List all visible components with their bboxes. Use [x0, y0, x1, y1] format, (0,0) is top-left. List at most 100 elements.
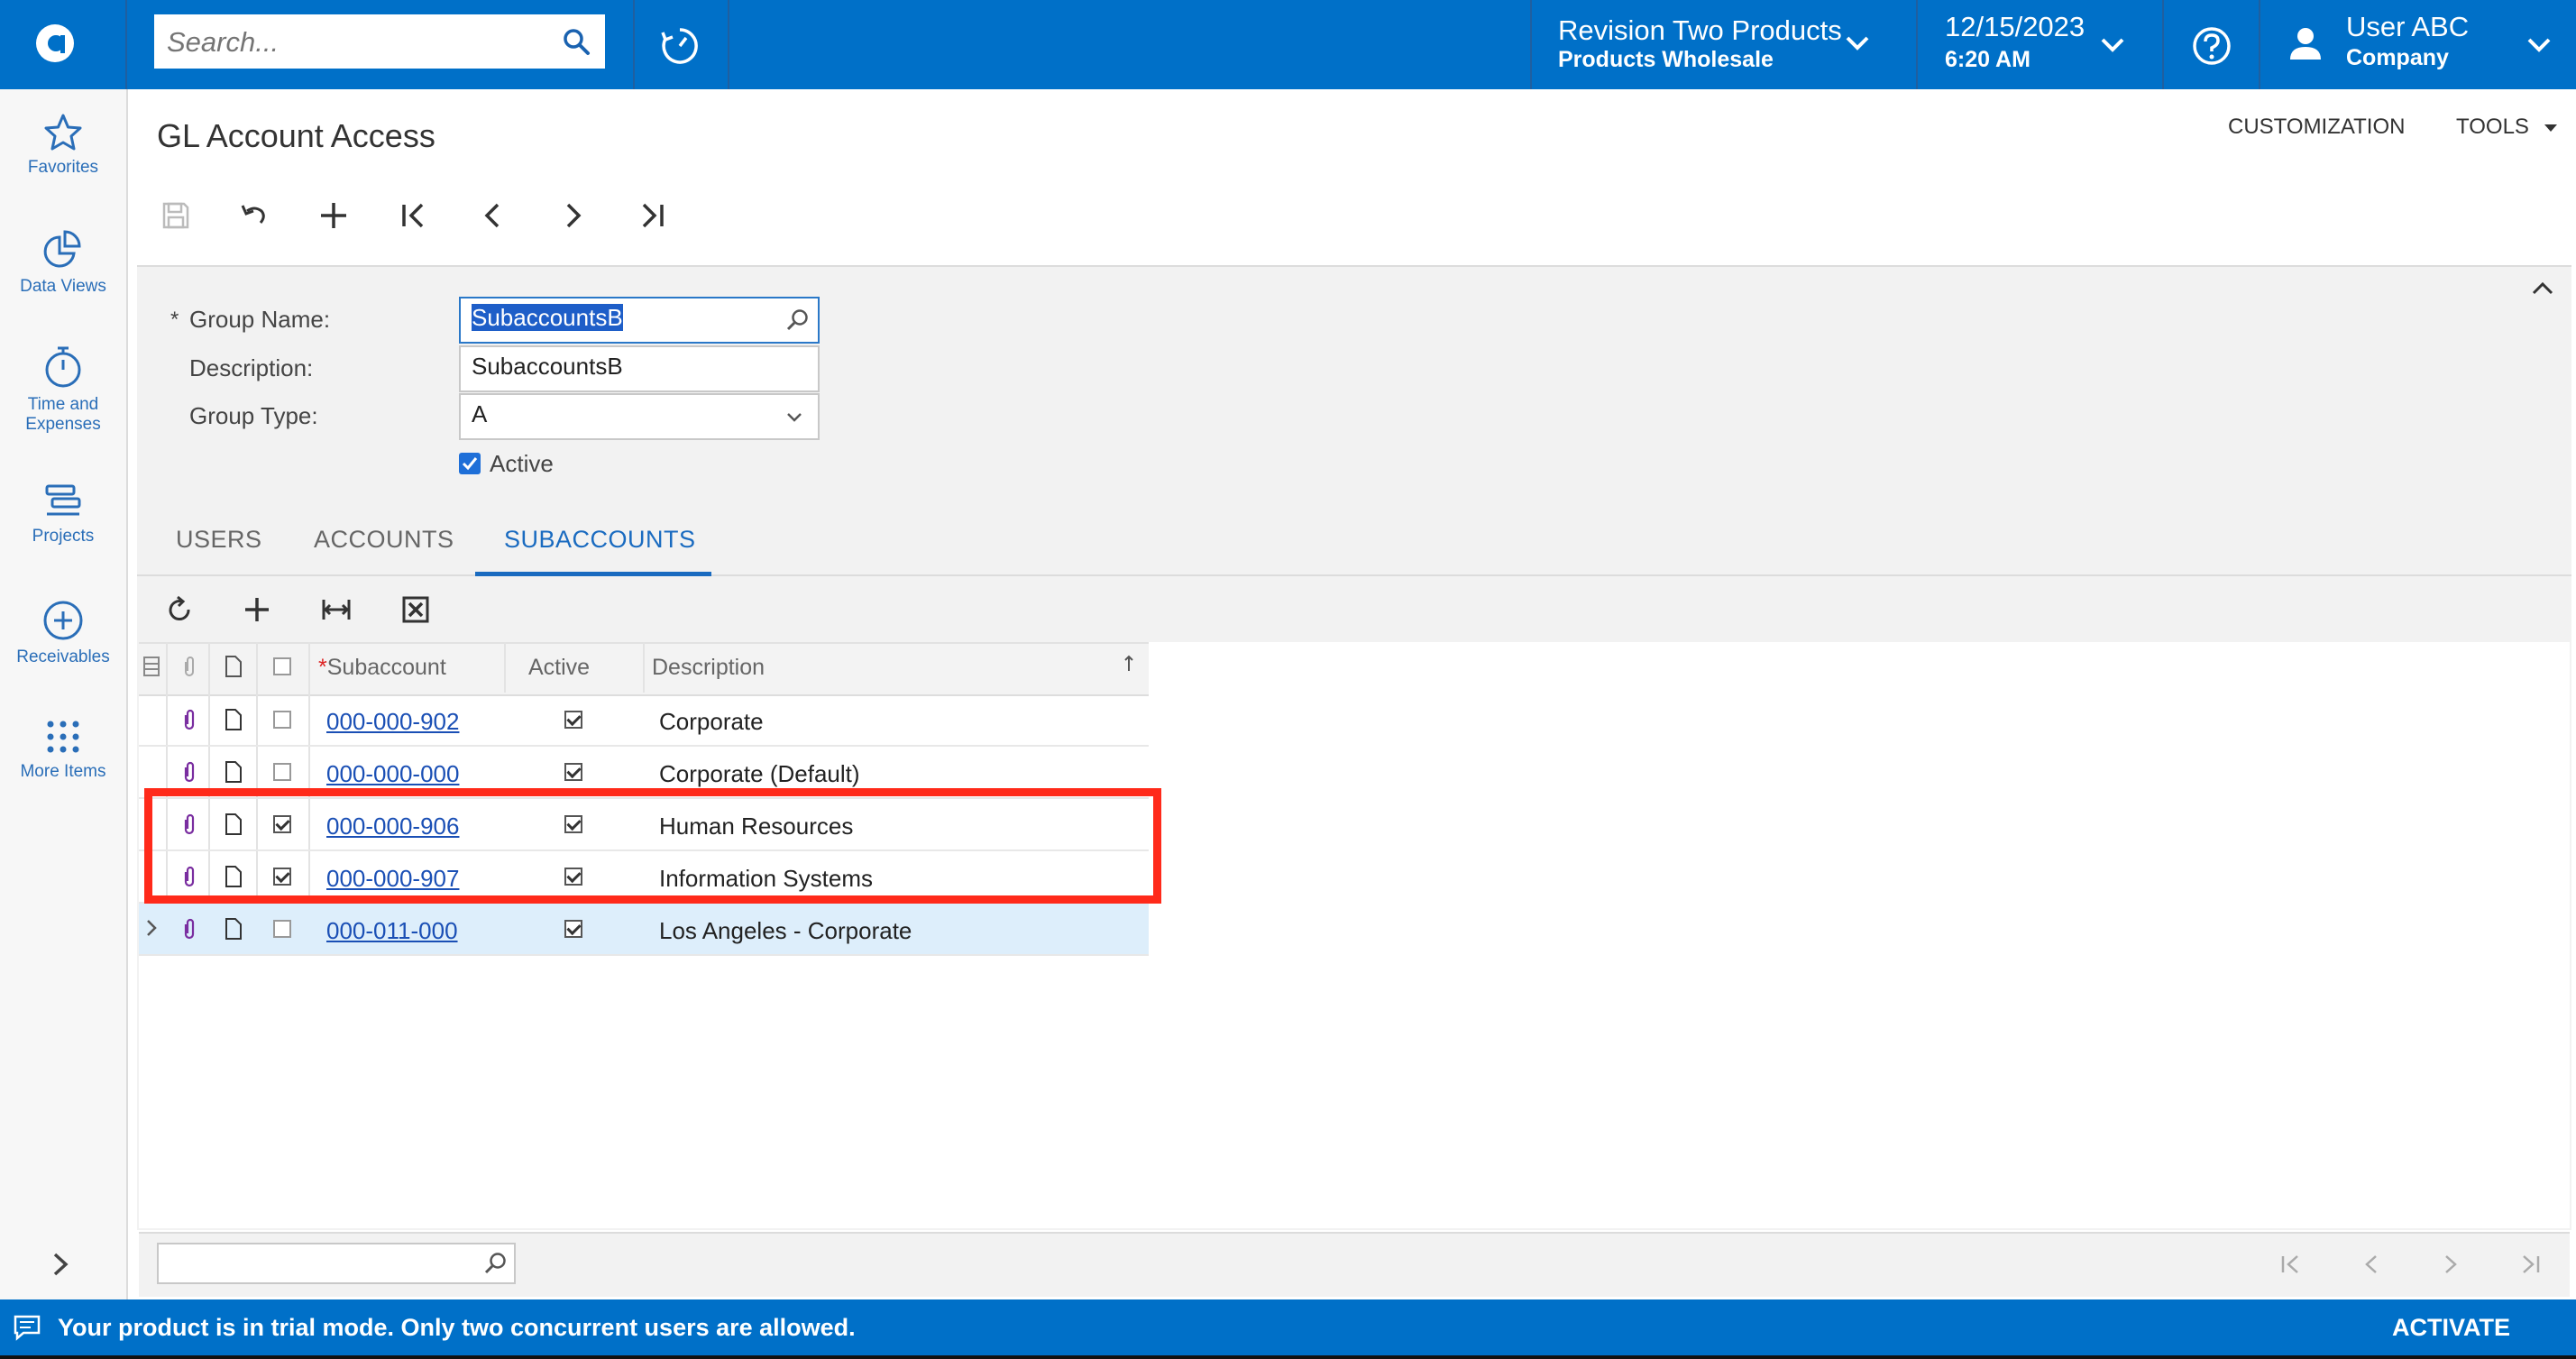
- branch-selector[interactable]: Revision Two Products Products Wholesale: [1531, 0, 1917, 89]
- activate-button[interactable]: ACTIVATE: [2392, 1314, 2510, 1342]
- customization-menu[interactable]: CUSTOMIZATION: [2228, 115, 2405, 140]
- attachment-icon[interactable]: [180, 760, 198, 784]
- row-select-checkbox[interactable]: [273, 763, 291, 781]
- search-icon[interactable]: [562, 27, 591, 56]
- row-active-checkbox[interactable]: [564, 920, 582, 938]
- sidebar-item-more-items[interactable]: More Items: [0, 717, 126, 782]
- top-bar: Revision Two Products Products Wholesale…: [0, 0, 2576, 89]
- row-description: Corporate: [659, 708, 764, 735]
- first-page-icon[interactable]: [2279, 1253, 2303, 1276]
- tools-menu[interactable]: TOOLS: [2456, 115, 2557, 140]
- tab-users[interactable]: USERS: [176, 526, 262, 554]
- sidebar-item-favorites[interactable]: Favorites: [0, 113, 126, 178]
- note-icon[interactable]: [225, 708, 243, 731]
- checkmark-icon: [462, 457, 478, 471]
- sidebar-item-receivables[interactable]: Receivables: [0, 599, 126, 667]
- user-company: Company: [2346, 45, 2449, 70]
- attachment-icon[interactable]: [180, 708, 198, 731]
- active-checkbox[interactable]: [459, 453, 481, 474]
- subaccount-link[interactable]: 000-000-000: [326, 760, 459, 788]
- tab-subaccounts[interactable]: SUBACCOUNTS: [504, 526, 696, 554]
- sidebar-item-time-and-expenses[interactable]: Time and Expenses: [0, 344, 126, 435]
- search-input[interactable]: [165, 22, 547, 63]
- subaccount-link[interactable]: 000-011-000: [326, 917, 458, 945]
- export-excel-icon[interactable]: [400, 594, 431, 625]
- previous-record-icon[interactable]: [478, 200, 509, 231]
- search-icon[interactable]: [483, 1251, 509, 1276]
- branch-title: Revision Two Products: [1558, 14, 1842, 46]
- required-asterisk: *: [318, 655, 327, 680]
- first-record-icon[interactable]: [399, 200, 429, 231]
- add-icon[interactable]: [318, 200, 349, 231]
- chevron-down-icon: [2526, 36, 2552, 54]
- date-selector[interactable]: 12/15/2023 6:20 AM: [1918, 0, 2163, 89]
- row-active-checkbox[interactable]: [564, 711, 582, 729]
- subaccount-header[interactable]: *Subaccount: [318, 655, 446, 681]
- lookup-icon[interactable]: [785, 308, 811, 333]
- sidebar-item-label: Receivables: [16, 647, 110, 666]
- row-select-checkbox[interactable]: [273, 920, 291, 938]
- collapse-panel-icon[interactable]: [2531, 280, 2554, 298]
- undo-icon[interactable]: [239, 200, 270, 231]
- sort-ascending-icon[interactable]: [1123, 653, 1135, 675]
- active-header[interactable]: Active: [528, 655, 590, 681]
- next-record-icon[interactable]: [557, 200, 588, 231]
- expand-sidebar-icon[interactable]: [50, 1252, 71, 1277]
- fit-to-screen-icon[interactable]: [320, 594, 353, 625]
- sidebar-item-label: Data Views: [20, 277, 106, 296]
- business-date: 12/15/2023: [1945, 11, 2086, 42]
- plus-circle-icon: [43, 601, 83, 640]
- description-field[interactable]: SubaccountsB: [459, 345, 820, 392]
- chevron-down-icon: [785, 411, 803, 424]
- next-page-icon[interactable]: [2439, 1253, 2462, 1276]
- subaccount-link[interactable]: 000-000-902: [326, 708, 459, 736]
- last-page-icon[interactable]: [2518, 1253, 2542, 1276]
- tab-accounts[interactable]: ACCOUNTS: [314, 526, 454, 554]
- required-asterisk: *: [170, 308, 179, 332]
- sidebar-item-label: More Items: [20, 762, 106, 781]
- row-description: Corporate (Default): [659, 760, 860, 787]
- active-tab-indicator: [475, 572, 711, 576]
- acumatica-logo[interactable]: [34, 23, 76, 64]
- user-avatar-icon: [2287, 25, 2324, 61]
- user-menu[interactable]: User ABC Company: [2260, 0, 2576, 89]
- help-icon[interactable]: [2191, 25, 2232, 67]
- refresh-icon[interactable]: [164, 594, 195, 625]
- description-header[interactable]: Description: [652, 655, 765, 681]
- caret-down-icon: [2544, 124, 2557, 132]
- note-icon[interactable]: [225, 760, 243, 784]
- grid-search-field[interactable]: [157, 1243, 516, 1284]
- group-type-select[interactable]: A: [459, 393, 820, 440]
- projects-icon: [45, 484, 81, 516]
- description-value: SubaccountsB: [472, 353, 623, 380]
- chevron-down-icon: [2100, 36, 2125, 54]
- trial-banner: Your product is in trial mode. Only two …: [0, 1299, 2576, 1355]
- previous-page-icon[interactable]: [2360, 1253, 2383, 1276]
- group-name-field[interactable]: SubaccountsB: [459, 297, 820, 344]
- save-icon[interactable]: [160, 200, 191, 231]
- sidebar-item-data-views[interactable]: Data Views: [0, 228, 126, 297]
- select-all-checkbox[interactable]: [273, 657, 291, 675]
- row-description: Los Angeles - Corporate: [659, 917, 912, 944]
- group-type-value: A: [472, 400, 488, 427]
- sidebar-item-projects[interactable]: Projects: [0, 483, 126, 546]
- description-label: Description:: [189, 354, 314, 381]
- note-icon[interactable]: [225, 917, 243, 941]
- sidebar-item-label: Projects: [32, 527, 95, 546]
- row-active-checkbox[interactable]: [564, 763, 582, 781]
- group-name-value: SubaccountsB: [472, 304, 623, 331]
- search-box[interactable]: [154, 14, 605, 69]
- add-row-icon[interactable]: [242, 594, 272, 625]
- sidebar: Favorites Data Views Time and Expenses P…: [0, 89, 128, 1299]
- star-icon: [44, 114, 82, 151]
- bottom-edge: [0, 1355, 2576, 1359]
- sidebar-item-label-line1: Time and: [27, 395, 99, 414]
- grid-toolbar: [139, 577, 2570, 642]
- attachment-icon[interactable]: [180, 917, 198, 941]
- branch-subtitle: Products Wholesale: [1558, 47, 1774, 72]
- history-icon[interactable]: [659, 25, 701, 67]
- sidebar-item-label-line2: Expenses: [25, 415, 101, 434]
- column-settings-icon[interactable]: [142, 655, 160, 678]
- row-select-checkbox[interactable]: [273, 711, 291, 729]
- last-record-icon[interactable]: [637, 200, 667, 231]
